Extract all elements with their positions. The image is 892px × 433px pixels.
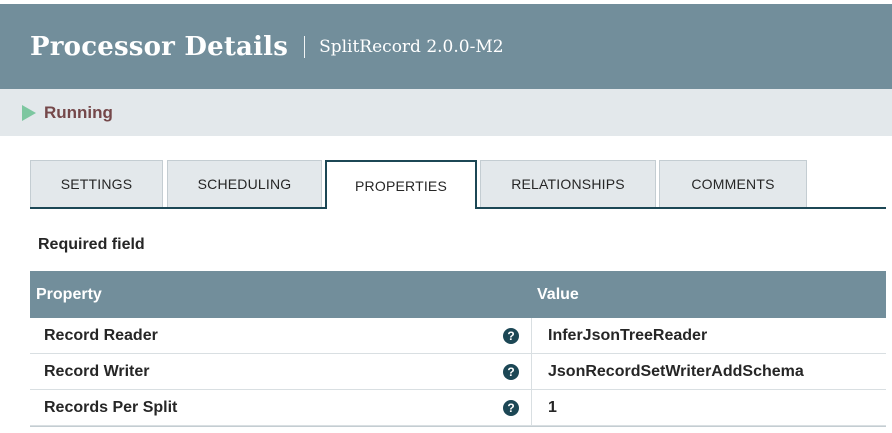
tab-comments[interactable]: COMMENTS	[659, 160, 807, 207]
required-field-label: Required field	[38, 236, 145, 253]
help-icon[interactable]: ?	[503, 363, 519, 380]
property-value[interactable]: 1	[532, 399, 557, 417]
status-bar: Running	[0, 89, 892, 136]
property-name: Record Writer	[44, 362, 150, 380]
run-status: Running	[44, 102, 113, 122]
table-row[interactable]: Record Reader ? InferJsonTreeReader	[30, 318, 886, 354]
title-divider	[304, 35, 306, 58]
tab-scheduling[interactable]: SCHEDULING	[167, 160, 322, 207]
tab-properties[interactable]: PROPERTIES	[325, 160, 477, 209]
help-icon[interactable]: ?	[503, 399, 519, 416]
column-header-value[interactable]: Value	[532, 286, 579, 304]
property-name: Record Reader	[44, 326, 158, 344]
table-bottom-border	[30, 426, 886, 427]
table-row[interactable]: Record Writer ? JsonRecordSetWriterAddSc…	[30, 354, 886, 390]
play-icon	[22, 104, 36, 121]
tab-settings[interactable]: SETTINGS	[30, 160, 163, 207]
dialog-header: Processor Details SplitRecord 2.0.0-M2	[0, 4, 892, 89]
table-row[interactable]: Records Per Split ? 1	[30, 390, 886, 426]
tab-relationships[interactable]: RELATIONSHIPS	[480, 160, 656, 207]
property-name-cell: Record Writer ?	[30, 354, 532, 389]
properties-table: Property Value Record Reader ? InferJson…	[30, 271, 886, 427]
processor-type-version: SplitRecord 2.0.0-M2	[319, 36, 504, 57]
property-value[interactable]: JsonRecordSetWriterAddSchema	[532, 363, 804, 381]
property-value[interactable]: InferJsonTreeReader	[532, 327, 707, 345]
column-header-property[interactable]: Property	[30, 286, 532, 304]
property-name: Records Per Split	[44, 398, 178, 416]
tab-bar: SETTINGS SCHEDULING PROPERTIES RELATIONS…	[30, 160, 892, 209]
property-name-cell: Records Per Split ?	[30, 390, 532, 425]
property-name-cell: Record Reader ?	[30, 318, 532, 353]
table-header: Property Value	[30, 271, 886, 318]
page-title: Processor Details	[30, 31, 289, 62]
help-icon[interactable]: ?	[503, 327, 519, 344]
